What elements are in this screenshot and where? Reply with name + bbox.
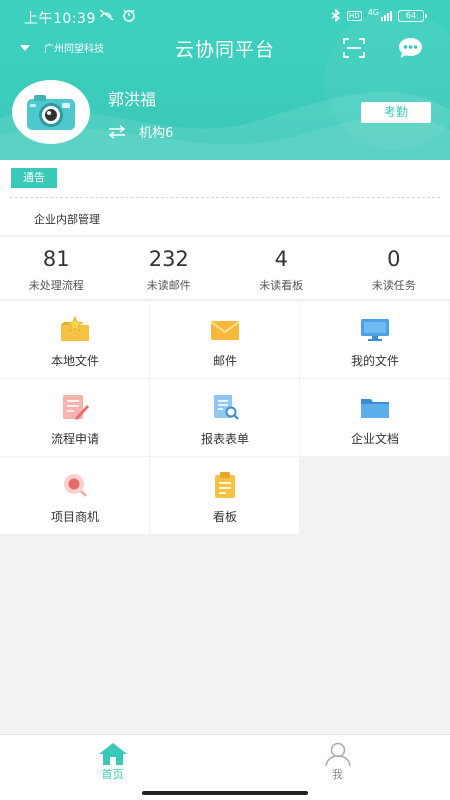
- notice-section: 通告 企业内部管理: [0, 160, 450, 235]
- user-name: 郭洪福: [108, 90, 157, 109]
- org-name: 机构6: [139, 126, 174, 141]
- stat-value: 232: [148, 247, 189, 271]
- grid-item-label: 项目商机: [50, 510, 99, 524]
- status-notification-icons: [99, 8, 137, 26]
- grid-item-label: 报表表单: [200, 432, 249, 446]
- grid-item-my-files[interactable]: 我的文件: [300, 301, 450, 379]
- bluetooth-icon: [331, 9, 341, 22]
- grid-item-mail[interactable]: 邮件: [150, 301, 300, 379]
- org-switcher[interactable]: 机构6: [108, 122, 173, 141]
- header: 上午10:39 HD 4G 64 广州同望科技 云协同平台 郭洪福 机构6 考勤: [0, 0, 450, 160]
- notice-item[interactable]: 企业内部管理: [34, 211, 100, 227]
- avatar[interactable]: [12, 80, 90, 144]
- hd-badge: HD: [347, 10, 362, 21]
- grid-item-board[interactable]: 看板: [150, 457, 300, 535]
- signal-icon: [381, 10, 392, 21]
- nav-item-me[interactable]: 我: [225, 735, 450, 785]
- status-time: 上午10:39: [24, 11, 96, 27]
- project-opportunity-icon: [64, 474, 87, 497]
- home-icon: [99, 743, 127, 765]
- stat-label: 未读邮件: [146, 279, 191, 292]
- report-search-icon: [214, 395, 239, 420]
- stat-unread-tasks[interactable]: 0 未读任务: [338, 237, 450, 299]
- camera-avatar-icon: [27, 95, 75, 130]
- notice-divider: [10, 197, 440, 198]
- stat-label: 未读看板: [259, 279, 304, 292]
- grid-item-label: 流程申请: [50, 432, 99, 446]
- mute-alarm-icon: [99, 9, 135, 22]
- scan-icon[interactable]: [343, 38, 365, 58]
- grid-item-enterprise-docs[interactable]: 企业文档: [300, 379, 450, 457]
- notice-badge: 通告: [11, 168, 57, 188]
- stat-value: 0: [387, 247, 401, 271]
- grid-item-label: 我的文件: [350, 354, 399, 368]
- grid-item-label: 本地文件: [50, 354, 99, 368]
- swap-icon: [108, 124, 126, 139]
- nav-item-home[interactable]: 首页: [0, 735, 225, 785]
- stat-value: 81: [42, 247, 70, 271]
- grid-item-reports[interactable]: 报表表单: [150, 379, 300, 457]
- stat-label: 未处理流程: [28, 279, 84, 292]
- monitor-icon: [361, 319, 389, 341]
- app-title: 云协同平台: [174, 39, 275, 61]
- grid-item-label: 企业文档: [350, 432, 399, 446]
- folder-icon: [361, 399, 389, 418]
- battery-icon: 64: [398, 9, 427, 22]
- attendance-button[interactable]: 考勤: [361, 102, 431, 123]
- status-bar: 上午10:39 HD 4G 64: [0, 0, 450, 34]
- stat-unread-mail[interactable]: 232 未读邮件: [113, 237, 226, 299]
- mail-icon: [210, 321, 240, 340]
- nav-home-label: 首页: [101, 768, 124, 781]
- stat-label: 未读任务: [371, 279, 416, 292]
- person-icon: [325, 742, 351, 766]
- home-indicator: [142, 791, 308, 795]
- grid-item-label: 邮件: [212, 354, 237, 368]
- chat-icon[interactable]: [397, 36, 424, 60]
- grid-item-label: 看板: [212, 510, 237, 524]
- network-label: 4G: [367, 8, 379, 17]
- stat-unprocessed-flows[interactable]: 81 未处理流程: [0, 237, 113, 299]
- stats-bar: 81 未处理流程 232 未读邮件 4 未读看板 0 未读任务: [0, 236, 450, 300]
- clipboard-icon: [215, 472, 235, 498]
- nav-me-label: 我: [332, 768, 343, 781]
- stat-value: 4: [274, 247, 288, 271]
- stat-unread-boards[interactable]: 4 未读看板: [225, 237, 338, 299]
- form-edit-icon: [63, 395, 89, 420]
- grid-item-process-apply[interactable]: 流程申请: [0, 379, 150, 457]
- grid-item-project-opportunity[interactable]: 项目商机: [0, 457, 150, 535]
- grid-item-local-files[interactable]: 本地文件: [0, 301, 150, 379]
- star-folder-icon: [61, 316, 89, 341]
- status-system-icons: HD 4G 64: [331, 8, 427, 22]
